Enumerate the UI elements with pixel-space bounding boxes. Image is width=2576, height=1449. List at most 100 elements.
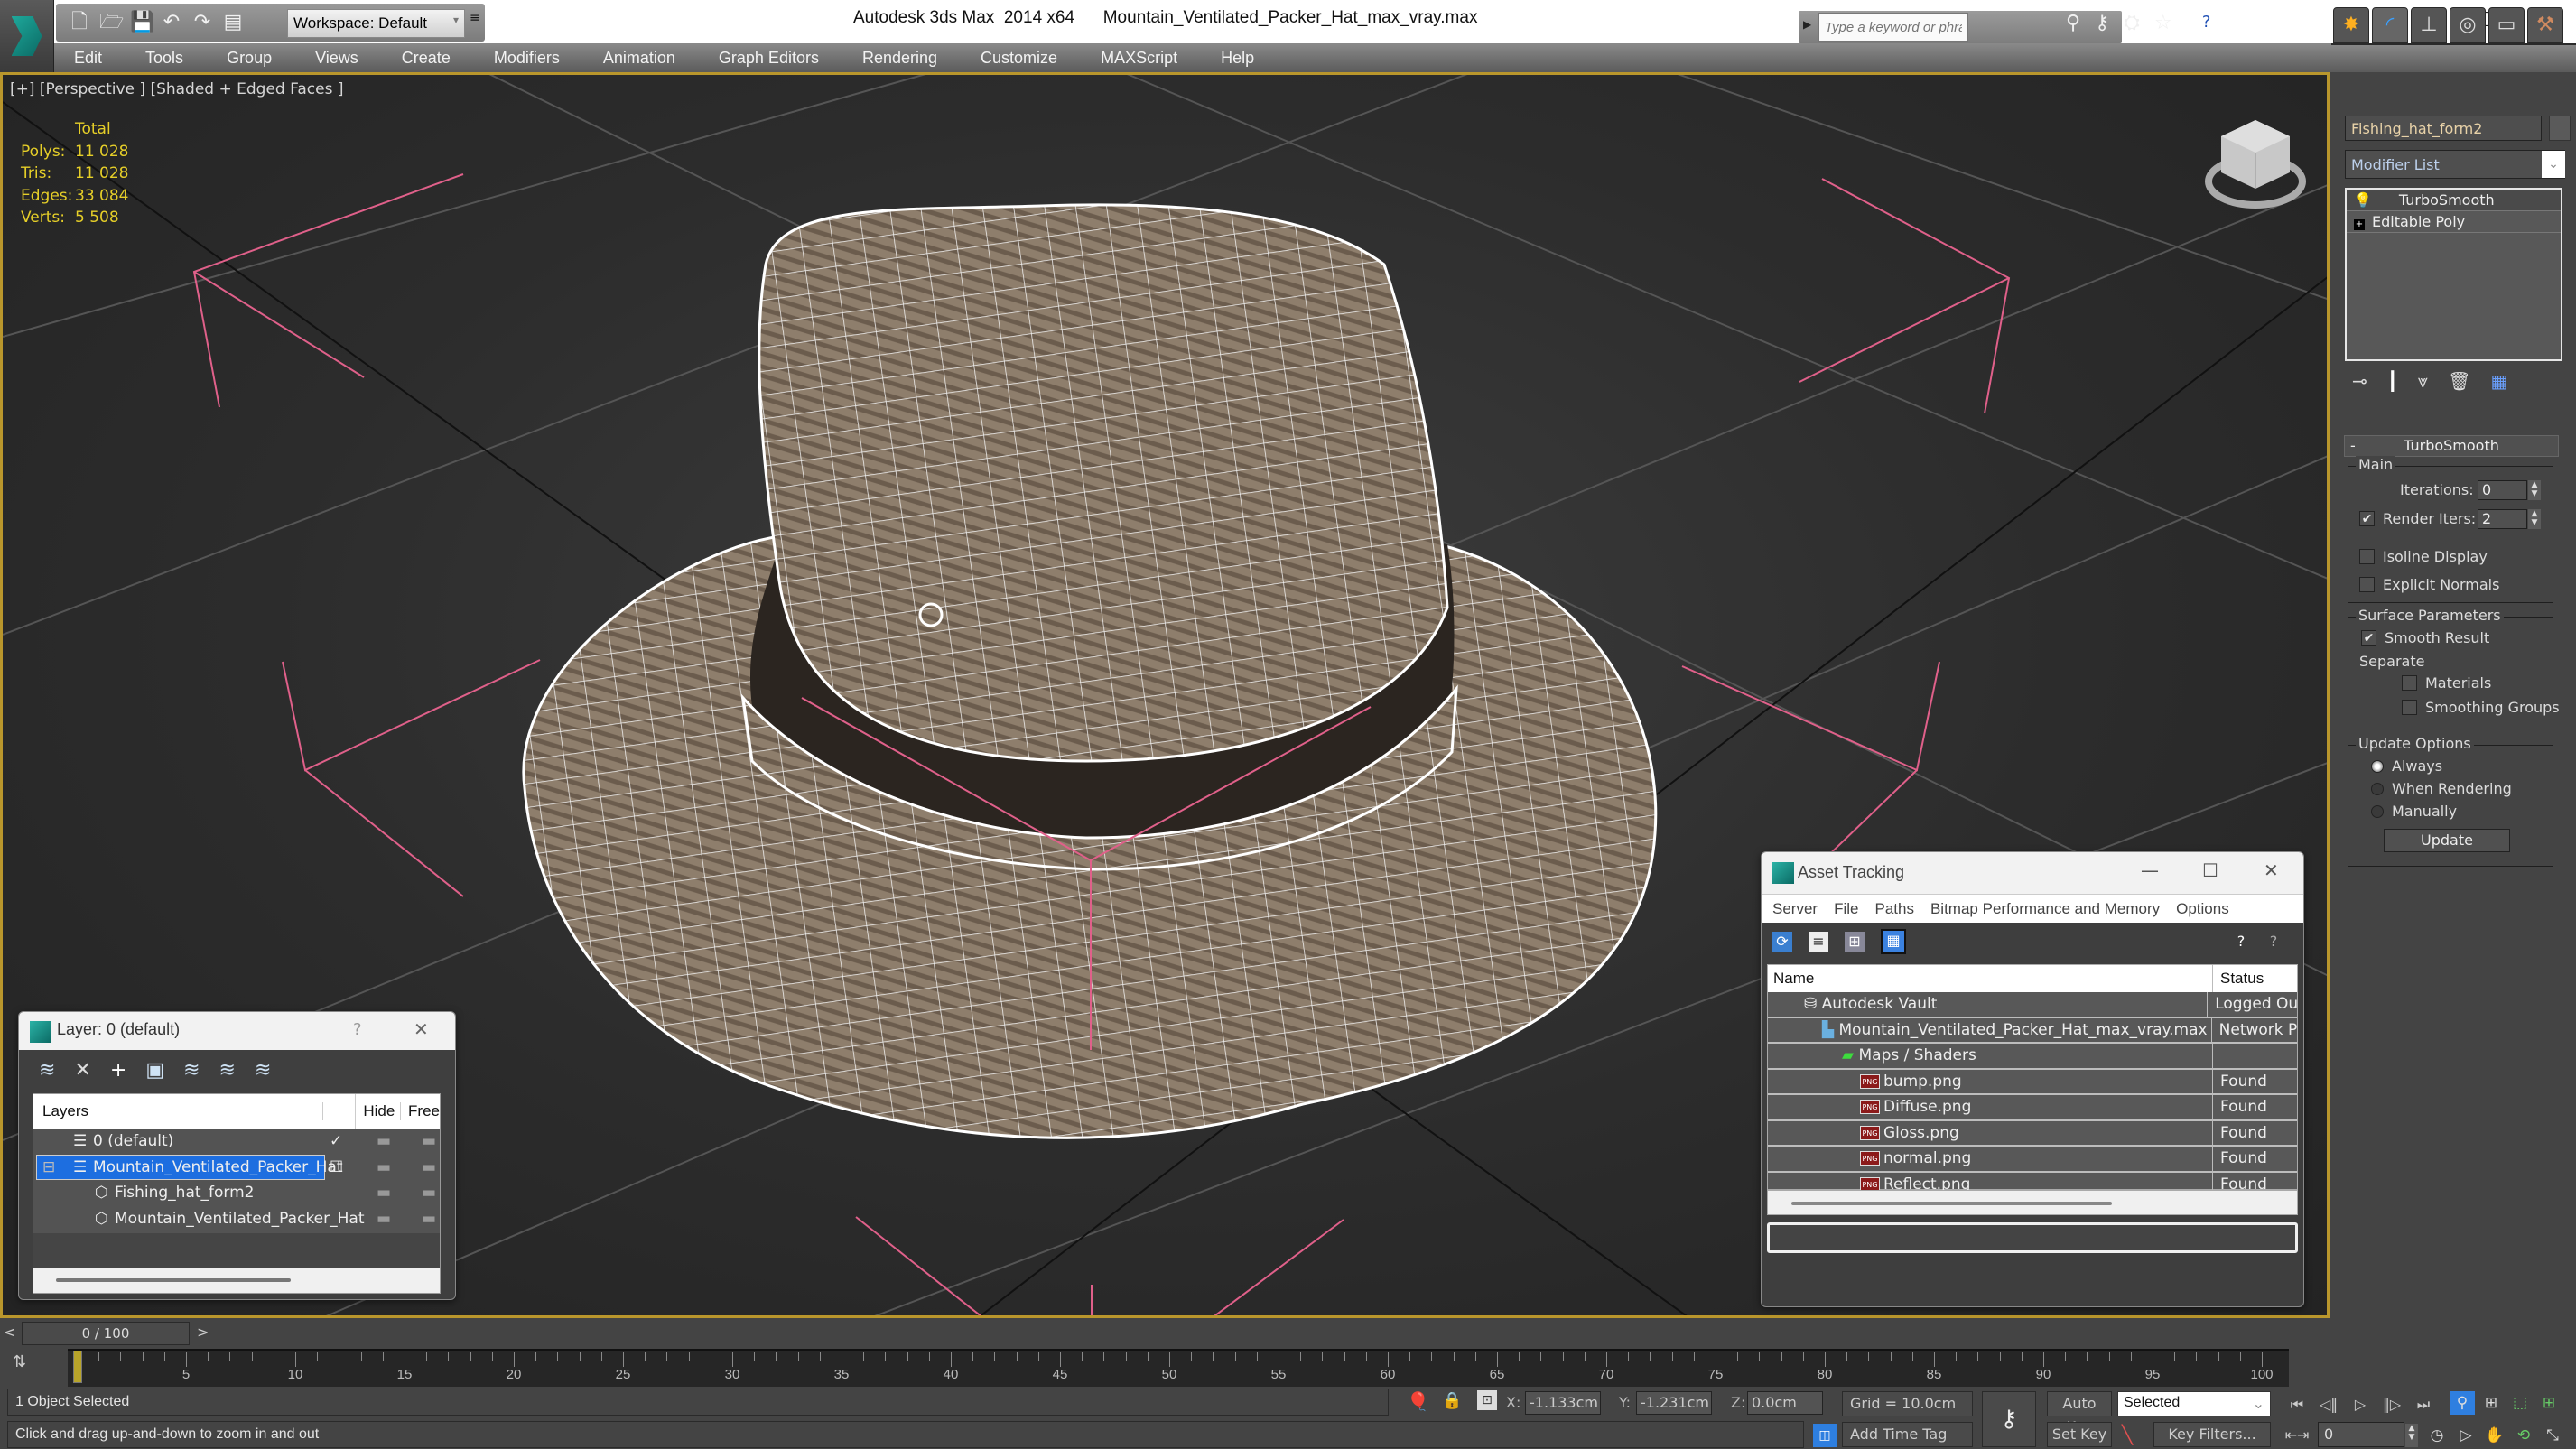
turbosmooth-rollout-header[interactable]: - TurboSmooth xyxy=(2344,435,2559,457)
menu-paths[interactable]: Paths xyxy=(1874,900,1913,918)
scrollbar-thumb[interactable] xyxy=(56,1278,291,1282)
close-button[interactable]: ✕ xyxy=(2264,859,2279,881)
menu-bitmap-performance[interactable]: Bitmap Performance and Memory xyxy=(1930,900,2160,918)
horizontal-scrollbar[interactable] xyxy=(33,1268,440,1293)
layer-row[interactable]: ⬡ Mountain_Ventilated_Packer_Hat ▬ ▬ xyxy=(33,1206,440,1232)
chevron-down-icon[interactable]: ⌄ xyxy=(2542,151,2565,178)
hide-toggle[interactable]: ▬ xyxy=(377,1180,391,1205)
help-icon[interactable]: ? xyxy=(2264,932,2283,952)
spinner-arrows-icon[interactable]: ▲ ▼ xyxy=(2528,480,2541,500)
menu-options[interactable]: Options xyxy=(2176,900,2229,918)
zoom-extents-icon[interactable]: ⬚ xyxy=(2507,1391,2533,1415)
update-manually-radio[interactable] xyxy=(2371,805,2384,818)
menu-rendering[interactable]: Rendering xyxy=(842,49,937,68)
x-coordinate-field[interactable]: -1.133cm xyxy=(1525,1391,1601,1415)
save-icon[interactable]: 💾 xyxy=(130,12,154,33)
undo-icon[interactable]: ↶ xyxy=(161,12,182,33)
app-menu-button[interactable] xyxy=(0,0,54,72)
asset-row[interactable]: PNG Diffuse.png Found xyxy=(1768,1095,2297,1121)
absolute-mode-icon[interactable]: ⊡ xyxy=(1477,1390,1497,1410)
time-slider-thumb[interactable]: 0 / 100 xyxy=(22,1322,190,1345)
hide-toggle[interactable]: ▬ xyxy=(377,1129,391,1154)
column-current[interactable] xyxy=(323,1094,357,1129)
tree-view-icon[interactable]: ⊞ xyxy=(1845,932,1865,952)
communication-center-icon[interactable]: ⛭ xyxy=(2124,12,2140,34)
spinner-arrows-icon[interactable]: ▲ ▼ xyxy=(2528,509,2541,529)
menu-views[interactable]: Views xyxy=(295,49,358,68)
next-frame-arrow-icon[interactable]: > xyxy=(197,1324,209,1341)
stack-item-editable-poly[interactable]: + Editable Poly xyxy=(2347,211,2561,233)
minimize-button[interactable]: — xyxy=(2141,859,2159,881)
select-layer-icon[interactable]: ≋ xyxy=(183,1059,200,1082)
materials-checkbox[interactable] xyxy=(2402,675,2417,691)
explicit-normals-checkbox[interactable] xyxy=(2359,577,2375,592)
asset-path-field[interactable] xyxy=(1767,1222,2298,1253)
close-button[interactable]: ✕ xyxy=(414,1018,429,1040)
column-freeze[interactable]: Free xyxy=(401,1102,440,1120)
menu-help[interactable]: Help xyxy=(1201,49,1254,68)
add-time-tag-button[interactable]: Add Time Tag xyxy=(1842,1422,1973,1447)
delete-layer-icon[interactable]: ✕ xyxy=(74,1059,90,1082)
hide-toggle[interactable]: ▬ xyxy=(377,1206,391,1231)
pin-stack-icon[interactable]: ⊸ xyxy=(2352,370,2367,392)
isoline-display-checkbox[interactable] xyxy=(2359,549,2375,564)
update-always-radio[interactable] xyxy=(2371,760,2384,773)
expand-arrow-icon[interactable]: ▶ xyxy=(1803,18,1811,31)
collapse-minus-icon[interactable]: ⊟ xyxy=(42,1155,55,1180)
render-iters-checkbox[interactable]: ✔ xyxy=(2359,511,2375,526)
smoothing-groups-checkbox[interactable] xyxy=(2402,700,2417,715)
menu-modifiers[interactable]: Modifiers xyxy=(474,49,560,68)
utilities-tab-icon[interactable]: ⚒ xyxy=(2527,7,2563,43)
column-status[interactable]: Status xyxy=(2213,970,2264,988)
key-mode-dropdown[interactable]: Selected ⌄ xyxy=(2117,1391,2271,1416)
layer-settings-icon[interactable]: ≋ xyxy=(255,1059,271,1082)
remove-modifier-icon[interactable]: 🗑 xyxy=(2448,370,2470,392)
go-to-end-icon[interactable]: ⏭ xyxy=(2411,1393,2436,1416)
customize-toolbar-icon[interactable]: ≡ xyxy=(470,11,482,36)
asset-row[interactable]: PNG Gloss.png Found xyxy=(1768,1120,2297,1147)
selection-lock-icon[interactable]: 🔒 xyxy=(1442,1391,1462,1410)
scrollbar-thumb[interactable] xyxy=(1791,1202,2112,1205)
horizontal-scrollbar[interactable] xyxy=(1767,1190,2298,1215)
viewport-label[interactable]: [+] [Perspective ] [Shaded + Edged Faces… xyxy=(10,80,343,98)
highlight-layer-icon[interactable]: ≋ xyxy=(219,1059,236,1082)
modifier-list-dropdown[interactable]: Modifier List xyxy=(2345,150,2565,179)
menu-animation[interactable]: Animation xyxy=(583,49,675,68)
auto-key-button[interactable]: Auto Key xyxy=(2047,1391,2112,1435)
key-mode-icon[interactable]: ⇤⇥ xyxy=(2284,1424,2310,1447)
menu-edit[interactable]: Edit xyxy=(54,49,102,68)
update-button[interactable]: Update xyxy=(2384,829,2510,852)
add-to-layer-icon[interactable]: + xyxy=(110,1059,126,1082)
freeze-toggle[interactable]: ▬ xyxy=(422,1155,436,1180)
field-of-view-icon[interactable]: ▷ xyxy=(2453,1424,2478,1447)
time-configuration-icon[interactable]: ◷ xyxy=(2424,1424,2450,1447)
previous-frame-icon[interactable]: ◁‖ xyxy=(2316,1393,2341,1416)
iterations-spinner[interactable]: 0 xyxy=(2478,480,2527,500)
menu-server[interactable]: Server xyxy=(1772,900,1818,918)
project-folder-icon[interactable]: ▤ xyxy=(222,12,244,33)
help-icon[interactable]: ? xyxy=(2195,12,2218,33)
menu-graph-editors[interactable]: Graph Editors xyxy=(699,49,819,68)
play-icon[interactable]: ▷ xyxy=(2348,1393,2373,1416)
zoom-all-icon[interactable]: ⊞ xyxy=(2478,1391,2504,1415)
current-frame-field[interactable]: 0 xyxy=(2318,1422,2404,1447)
expand-plus-icon[interactable]: + xyxy=(2354,219,2365,230)
go-to-start-icon[interactable]: ⏮ xyxy=(2284,1393,2310,1416)
current-layer-checkbox[interactable]: ☐ xyxy=(330,1155,343,1180)
open-file-icon[interactable]: 🗁 xyxy=(99,12,124,33)
table-view-icon[interactable]: ▦ xyxy=(1881,929,1906,954)
z-coordinate-field[interactable]: 0.0cm xyxy=(1747,1391,1823,1415)
object-color-swatch[interactable] xyxy=(2549,116,2571,141)
display-tab-icon[interactable]: ▭ xyxy=(2488,7,2525,43)
asset-row[interactable]: ⛁ Autodesk Vault Logged Ou xyxy=(1768,992,2297,1018)
menu-tools[interactable]: Tools xyxy=(126,49,183,68)
refresh-icon[interactable]: ⟳ xyxy=(1772,932,1792,952)
new-layer-icon[interactable]: ≋ xyxy=(39,1059,55,1082)
isolate-selection-icon[interactable]: 🎈 xyxy=(1407,1390,1429,1412)
menu-maxscript[interactable]: MAXScript xyxy=(1081,49,1177,68)
hierarchy-tab-icon[interactable]: ⊥ xyxy=(2411,7,2447,43)
layer-window-titlebar[interactable]: Layer: 0 (default) ? ✕ xyxy=(19,1012,455,1050)
modify-tab-icon[interactable]: ◜ xyxy=(2372,7,2408,43)
freeze-toggle[interactable]: ▬ xyxy=(422,1129,436,1154)
new-file-icon[interactable]: 🗋 xyxy=(69,12,90,33)
